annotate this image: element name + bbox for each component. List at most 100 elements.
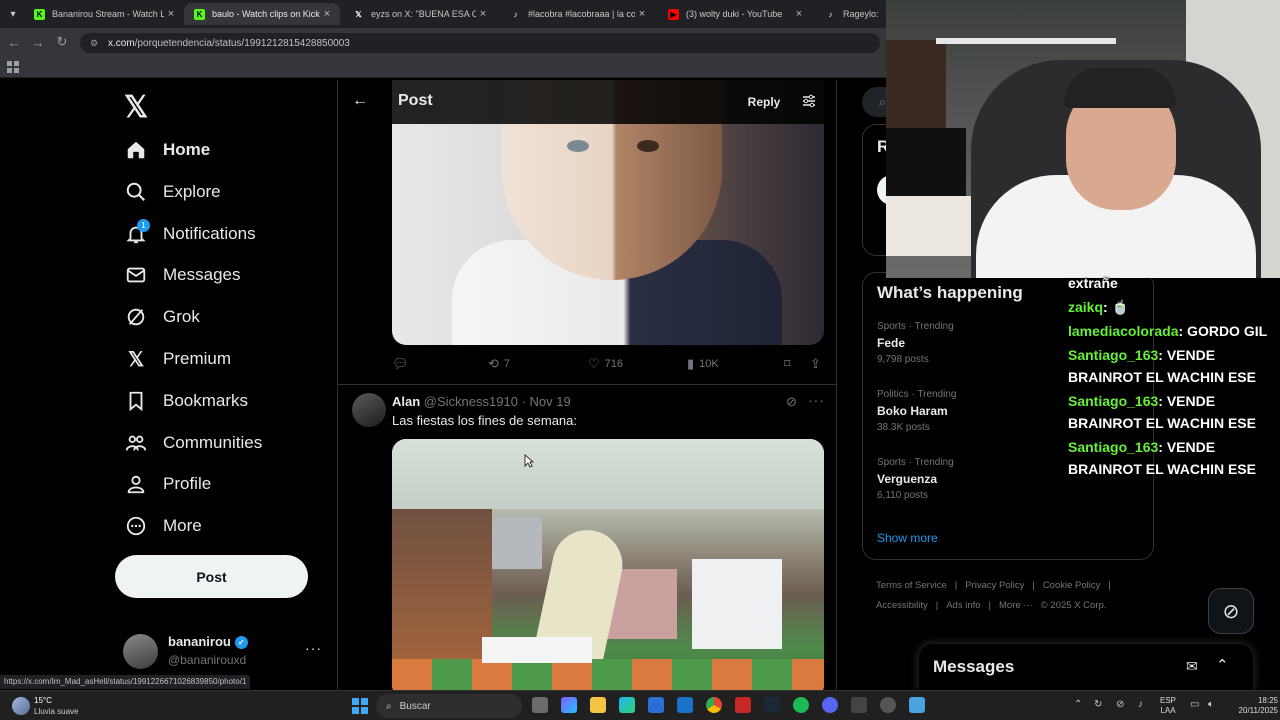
site-info-icon[interactable]: ⚙ (90, 38, 102, 49)
x-logo-icon[interactable]: 𝕏 (124, 90, 148, 125)
nav-profile[interactable]: Profile (124, 469, 211, 499)
display-icon[interactable]: ▭ (1190, 699, 1199, 710)
app-icon[interactable] (909, 697, 925, 713)
trend-title: Boko Haram (877, 404, 948, 418)
tweet-image-playroom[interactable] (392, 439, 824, 692)
tweet-author-name[interactable]: Alan (392, 394, 420, 409)
expand-chevron-icon[interactable]: ⌃ (1216, 656, 1229, 674)
app-icon[interactable] (851, 697, 867, 713)
tab-title: baulo - Watch clips on Kick (212, 9, 320, 19)
taskbar-search[interactable]: ⌕ Buscar (376, 694, 522, 718)
browser-tab[interactable]: ♪ #lacobra #lacobraaa | la cobra× (500, 3, 655, 25)
forward-icon[interactable]: → (28, 32, 48, 52)
share-icon: ⇪ (810, 356, 821, 371)
avatar[interactable] (352, 393, 386, 427)
apps-grid-icon[interactable] (7, 61, 19, 73)
news-app-icon[interactable] (735, 697, 751, 713)
footer-link[interactable]: Accessibility (876, 600, 928, 611)
chrome-icon[interactable] (706, 697, 722, 713)
address-bar[interactable]: ⚙ x.com /porquetendencia/status/19912128… (80, 33, 880, 53)
edge-icon[interactable] (619, 697, 635, 713)
chevron-up-icon[interactable]: ⌃ (1074, 699, 1082, 710)
sync-icon[interactable]: ↻ (1094, 699, 1102, 710)
file-explorer-icon[interactable] (590, 697, 606, 713)
bookmark-action[interactable]: ⌑ (784, 356, 791, 372)
discord-icon[interactable] (822, 697, 838, 713)
like-action[interactable]: ♡ 716 (588, 356, 623, 372)
share-action[interactable]: ⇪ (810, 356, 821, 372)
browser-tab[interactable]: K Bananirou Stream - Watch Live× (24, 3, 184, 25)
footer-link[interactable]: Ads info (946, 600, 980, 611)
account-switcher[interactable]: bananirou ✓ @bananirouxd ··· (123, 632, 323, 672)
tab-favicon-icon: ▶ (668, 8, 679, 20)
lang-layout: LAA (1160, 706, 1176, 715)
back-arrow-icon[interactable]: ← (352, 92, 368, 110)
tweet-date[interactable]: Nov 19 (530, 394, 571, 409)
nav-explore[interactable]: Explore (124, 177, 221, 207)
tab-close-icon[interactable]: × (164, 8, 178, 20)
task-view-icon[interactable] (532, 697, 548, 713)
nav-home[interactable]: Home (124, 135, 210, 165)
nav-premium[interactable]: 𝕏 Premium (124, 344, 231, 374)
outlook-icon[interactable] (677, 697, 693, 713)
volume-icon[interactable]: 🔈︎ (1208, 699, 1214, 710)
trend-category: Politics · Trending (877, 389, 957, 400)
chat-text: : GORDO GIL (1178, 323, 1268, 339)
nav-communities[interactable]: Communities (124, 428, 262, 458)
footer-link[interactable]: Privacy Policy (965, 580, 1024, 591)
weather-rain-icon (12, 697, 30, 715)
trend-item[interactable]: Politics · Trending Boko Haram 38.3K pos… (877, 389, 1077, 433)
grok-floating-button[interactable]: ⊘ (1208, 588, 1254, 634)
browser-tab[interactable]: Kbaulo - Watch clips on Kick × (184, 3, 340, 25)
grok-explain-icon[interactable]: ⊘ (786, 394, 802, 410)
mic-icon[interactable]: ♪ (1138, 699, 1143, 710)
steam-icon[interactable] (764, 697, 780, 713)
retweet-action[interactable]: ⟲ 7 (488, 356, 510, 372)
tab-close-icon[interactable]: × (320, 8, 334, 20)
network-off-icon[interactable]: ⊘ (1116, 699, 1124, 710)
tab-close-icon[interactable]: × (476, 8, 490, 20)
copilot-icon[interactable] (561, 697, 577, 713)
tweet-author-handle[interactable]: @Sickness1910 (424, 394, 518, 409)
views-action[interactable]: ▮ 10K (687, 356, 719, 372)
trend-item[interactable]: Sports · Trending Verguenza 6,110 posts (877, 457, 1077, 501)
spotify-icon[interactable] (793, 697, 809, 713)
more-dots-icon[interactable]: ··· (305, 640, 322, 656)
tab-title: #lacobra #lacobraaa | la cobra (528, 9, 635, 19)
windows-start-icon[interactable] (352, 698, 368, 714)
trend-item[interactable]: Sports · Trending Fede 9,798 posts (877, 321, 1077, 365)
clock[interactable]: 18:25 20/11/2025 (1230, 696, 1278, 716)
show-more-link[interactable]: Show more (877, 531, 938, 545)
back-icon[interactable]: ← (4, 32, 24, 52)
nav-more-label: More (163, 516, 202, 535)
footer-links: Terms of Service | Privacy Policy | Cookie P… (876, 576, 1136, 616)
tab-close-icon[interactable]: × (792, 8, 806, 20)
reply-action[interactable]: 💬︎ (392, 356, 414, 372)
footer-link[interactable]: More ··· (999, 600, 1033, 611)
more-dots-icon[interactable]: ··· (808, 392, 825, 408)
account-name: bananirou (168, 634, 231, 649)
copyright: © 2025 X Corp. (1040, 600, 1107, 611)
browser-tab[interactable]: ♪ Rageylo: Alon (815, 3, 885, 25)
sliders-icon[interactable] (802, 94, 816, 108)
tweet-text: Las fiestas los fines de semana: (392, 413, 577, 428)
nav-more[interactable]: More (124, 511, 202, 541)
tab-close-icon[interactable]: × (635, 8, 649, 20)
nav-grok[interactable]: Grok (124, 302, 200, 332)
browser-tab[interactable]: 𝕏eyzs on X: "BUENA ESA COMPA× (343, 3, 496, 25)
store-icon[interactable] (648, 697, 664, 713)
language-indicator[interactable]: ESP LAA (1160, 696, 1176, 716)
nav-messages[interactable]: Messages (124, 260, 240, 290)
browser-tab[interactable]: ▶ (3) wolty duki - YouTube × (658, 3, 812, 25)
trend-title: Fede (877, 336, 906, 350)
messages-drawer[interactable]: Messages ✉ ⌃ (919, 644, 1253, 692)
obs-icon[interactable] (880, 697, 896, 713)
post-button[interactable]: Post (115, 555, 308, 598)
nav-bookmarks[interactable]: Bookmarks (124, 386, 248, 416)
new-message-icon[interactable]: ✉ (1186, 658, 1198, 675)
reply-button[interactable]: Reply (733, 90, 795, 114)
reload-icon[interactable]: ↻ (52, 32, 72, 52)
footer-link[interactable]: Terms of Service (876, 580, 947, 591)
footer-link[interactable]: Cookie Policy (1043, 580, 1101, 591)
tab-search-chevron-icon[interactable]: ▾ (4, 5, 22, 23)
